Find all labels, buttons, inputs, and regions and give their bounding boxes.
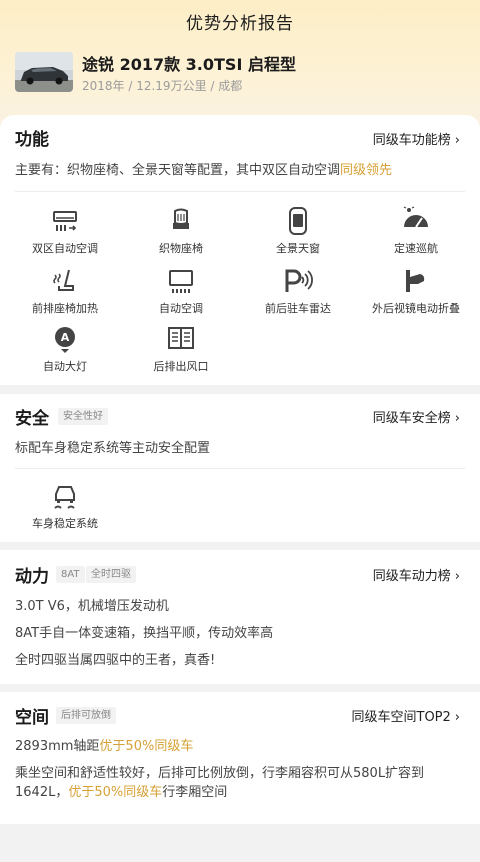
feature-label: 车身稳定系统 (32, 517, 98, 530)
divider (15, 191, 465, 192)
power-title: 动力 (15, 567, 49, 587)
safety-title: 安全 (15, 409, 49, 429)
feature-label: 织物座椅 (159, 242, 203, 255)
car-thumbnail[interactable] (15, 52, 73, 92)
function-description: 主要有：织物座椅、全景天窗等配置，其中双区自动空调同级领先 (15, 163, 393, 178)
power-tag: 全时四驱 (86, 566, 136, 583)
power-rank-label: 同级车动力榜 (372, 569, 451, 584)
feature-label: 外后视镜电动折叠 (372, 302, 460, 315)
feature-label: 自动空调 (159, 302, 203, 315)
function-rank-label: 同级车功能榜 (372, 133, 451, 148)
chevron-right-icon: › (454, 133, 460, 148)
feature-label: 后排出风口 (153, 360, 209, 373)
power-line: 3.0T V6，机械增压发动机 (15, 599, 169, 614)
space-rank-link[interactable]: 同级车空间TOP2 › (352, 706, 461, 725)
feature-stability-control: 车身稳定系统 (5, 480, 125, 531)
safety-rank-link[interactable]: 同级车安全榜 › (373, 407, 460, 426)
space-title: 空间 (15, 708, 49, 728)
divider (15, 468, 465, 469)
power-line: 全时四驱当属四驱中的王者，真香! (15, 653, 216, 668)
space-tag: 后排可放倒 (56, 707, 116, 724)
safety-tag: 安全性好 (58, 408, 108, 425)
space-highlight: 优于50%同级车 (99, 739, 194, 754)
auto-ac-icon (169, 270, 193, 293)
feature-dual-zone-ac: 双区自动空调 (5, 205, 125, 256)
page-title: 优势分析报告 (186, 14, 294, 34)
safety-rank-label: 同级车安全榜 (372, 411, 451, 426)
dual-zone-ac-icon (53, 211, 77, 231)
power-line: 8AT手自一体变速箱，换挡平顺，传动效率高 (15, 626, 274, 641)
power-card: 动力 8AT 全时四驱 同级车动力榜 › 3.0T V6，机械增压发动机 8AT手… (0, 550, 480, 684)
feature-panoramic-sunroof: 全景天窗 (238, 205, 358, 256)
panoramic-sunroof-icon (289, 207, 307, 235)
feature-auto-ac: 自动空调 (121, 265, 241, 316)
power-tag: 8AT (56, 566, 85, 583)
parking-radar-icon (285, 269, 313, 292)
function-title: 功能 (15, 130, 49, 150)
svg-text:A: A (61, 331, 70, 344)
feature-mirror-fold: 外后视镜电动折叠 (356, 265, 476, 316)
mirror-fold-icon (406, 270, 425, 292)
safety-description: 标配车身稳定系统等主动安全配置 (15, 441, 211, 456)
space-highlight: 优于50%同级车 (68, 785, 163, 800)
cruise-control-icon (403, 206, 428, 228)
chevron-right-icon: › (454, 411, 460, 426)
car-name: 途锐 2017款 3.0TSI 启程型 (82, 55, 296, 74)
feature-cruise-control: 定速巡航 (356, 205, 476, 256)
space-line: 1642L，优于50%同级车行李厢空间 (15, 785, 228, 800)
space-rank-label: 同级车空间TOP2 (351, 710, 451, 725)
safety-card: 安全 安全性好 同级车安全榜 › 标配车身稳定系统等主动安全配置 车身稳定系统 (0, 394, 480, 542)
feature-rear-vent: 后排出风口 (121, 323, 241, 374)
function-rank-link[interactable]: 同级车功能榜 › (373, 129, 460, 148)
seat-heating-icon (53, 269, 74, 291)
feature-label: 全景天窗 (276, 242, 320, 255)
feature-seat-heating: 前排座椅加热 (5, 265, 125, 316)
space-card: 空间 后排可放倒 同级车空间TOP2 › 2893mm轴距优于50%同级车 乘坐空… (0, 692, 480, 824)
chevron-right-icon: › (454, 710, 460, 725)
feature-label: 定速巡航 (394, 242, 438, 255)
rear-vent-icon (168, 327, 194, 349)
power-rank-link[interactable]: 同级车动力榜 › (373, 565, 460, 584)
feature-auto-headlight: A 自动大灯 (5, 323, 125, 374)
feature-fabric-seat: 织物座椅 (121, 205, 241, 256)
feature-label: 前排座椅加热 (32, 302, 98, 315)
chevron-right-icon: › (454, 569, 460, 584)
function-card: 功能 同级车功能榜 › 主要有：织物座椅、全景天窗等配置，其中双区自动空调同级领先… (0, 115, 480, 385)
feature-parking-radar: 前后驻车雷达 (238, 265, 358, 316)
auto-headlight-icon: A (55, 327, 75, 353)
space-line: 2893mm轴距优于50%同级车 (15, 739, 194, 754)
function-highlight: 同级领先 (340, 163, 393, 178)
fabric-seat-icon (173, 208, 189, 229)
feature-label: 前后驻车雷达 (265, 302, 331, 315)
feature-label: 自动大灯 (43, 360, 87, 373)
feature-label: 双区自动空调 (32, 242, 98, 255)
car-meta: 2018年 / 12.19万公里 / 成都 (82, 79, 243, 93)
stability-control-icon (54, 486, 75, 509)
